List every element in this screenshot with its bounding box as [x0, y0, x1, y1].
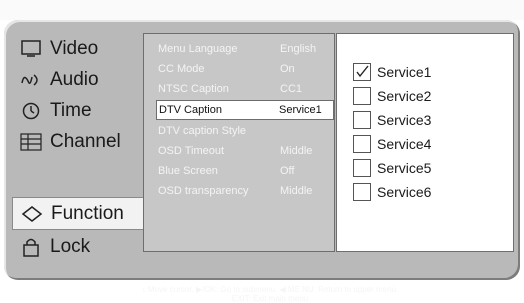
menu-item-label: Menu Language	[158, 43, 238, 55]
sidebar: Video Audio Time Channel Function Lock	[12, 33, 143, 263]
help-text-line1: ↕ Move cursor. ▶/OK: Go to submenu. ◀ ME…	[141, 285, 399, 294]
tv-icon	[18, 38, 44, 60]
checkbox[interactable]	[353, 135, 371, 153]
service-label: Service5	[377, 160, 432, 176]
lock-icon	[18, 236, 44, 258]
menu-item-value: Off	[280, 165, 295, 177]
menu-item-dtv-caption-style[interactable]: DTV caption Style	[158, 122, 330, 140]
channel-icon	[18, 131, 44, 153]
help-text-line2: EXIT: Exit main menu	[231, 294, 309, 303]
sidebar-item-video[interactable]: Video	[12, 33, 140, 64]
dtv-caption-service-panel: Service1 Service2 Service3 Service4 Serv…	[336, 33, 514, 252]
sidebar-item-time[interactable]: Time	[12, 95, 140, 126]
service-label: Service2	[377, 88, 432, 104]
menu-item-value: English	[280, 43, 317, 55]
top-strip	[0, 0, 524, 20]
menu-item-label: DTV caption Style	[158, 125, 247, 137]
service-option-5[interactable]: Service5	[353, 158, 431, 178]
checkmark-icon	[356, 65, 369, 78]
clock-icon	[18, 100, 44, 122]
checkbox[interactable]	[353, 63, 371, 81]
service-label: Service4	[377, 136, 432, 152]
menu-item-value: Middle	[280, 145, 313, 157]
sidebar-item-label: Time	[50, 99, 92, 121]
menu-item-ntsc-caption[interactable]: NTSC Caption CC1	[158, 80, 330, 98]
sidebar-item-lock[interactable]: Lock	[12, 231, 140, 262]
service-label: Service3	[377, 112, 432, 128]
menu-item-menu-language[interactable]: Menu Language English	[158, 40, 330, 58]
service-option-4[interactable]: Service4	[353, 134, 431, 154]
service-option-6[interactable]: Service6	[353, 182, 431, 202]
menu-item-osd-transparency[interactable]: OSD transparency Middle	[158, 182, 330, 200]
menu-item-dtv-caption[interactable]: DTV Caption Service1	[156, 100, 334, 120]
menu-item-cc-mode[interactable]: CC Mode On	[158, 60, 330, 78]
menu-item-value: Middle	[280, 185, 313, 197]
service-label: Service6	[377, 184, 432, 200]
menu-item-label: OSD transparency	[158, 185, 249, 197]
service-option-3[interactable]: Service3	[353, 110, 431, 130]
menu-item-label: NTSC Caption	[158, 83, 229, 95]
sidebar-item-label: Lock	[50, 235, 91, 257]
help-bar: ↕ Move cursor. ▶/OK: Go to submenu. ◀ ME…	[80, 285, 460, 303]
sidebar-item-label: Channel	[50, 130, 121, 152]
sidebar-item-audio[interactable]: Audio	[12, 64, 140, 95]
checkbox[interactable]	[353, 159, 371, 177]
menu-item-value: CC1	[280, 83, 303, 95]
checkbox[interactable]	[353, 87, 371, 105]
menu-item-blue-screen[interactable]: Blue Screen Off	[158, 162, 330, 180]
menu-item-osd-timeout[interactable]: OSD Timeout Middle	[158, 142, 330, 160]
service-label: Service1	[377, 64, 432, 80]
checkbox[interactable]	[353, 111, 371, 129]
sidebar-item-label: Video	[50, 37, 99, 59]
function-icon	[19, 203, 45, 225]
menu-item-label: CC Mode	[158, 63, 205, 75]
sidebar-item-function[interactable]: Function	[12, 197, 143, 230]
menu-item-label: DTV Caption	[159, 104, 222, 116]
sidebar-item-channel[interactable]: Channel	[12, 126, 140, 157]
checkbox[interactable]	[353, 183, 371, 201]
service-option-1[interactable]: Service1	[353, 62, 431, 82]
sidebar-item-label: Audio	[50, 68, 99, 90]
audio-icon	[18, 69, 44, 91]
menu-item-label: OSD Timeout	[158, 145, 225, 157]
service-option-2[interactable]: Service2	[353, 86, 431, 106]
menu-item-label: Blue Screen	[158, 165, 218, 177]
menu-item-value: Service1	[279, 104, 322, 116]
sidebar-item-label: Function	[51, 202, 124, 224]
function-menu-panel: Menu Language English CC Mode On NTSC Ca…	[143, 33, 335, 252]
menu-item-value: On	[280, 63, 295, 75]
